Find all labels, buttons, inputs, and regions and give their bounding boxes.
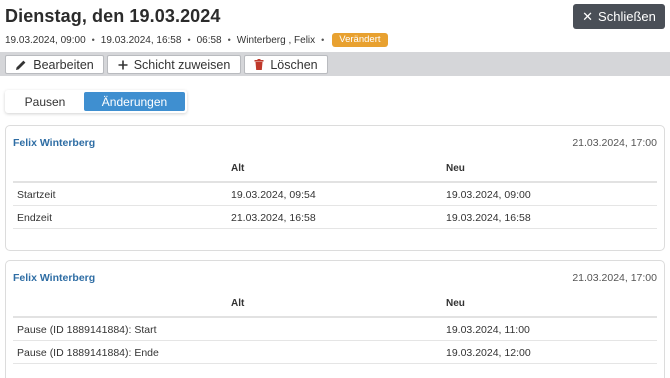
change-card: Felix Winterberg 21.03.2024, 17:00 Alt N…: [5, 260, 665, 378]
delete-button[interactable]: Löschen: [244, 55, 328, 74]
column-header-neu: Neu: [446, 298, 465, 309]
new-value: 19.03.2024, 11:00: [446, 324, 530, 336]
shift-person: Winterberg , Felix: [236, 34, 316, 46]
new-value: 19.03.2024, 16:58: [446, 212, 531, 224]
table-row: Startzeit 19.03.2024, 09:54 19.03.2024, …: [13, 183, 657, 206]
table-row: Pause (ID 1889141884): Start 19.03.2024,…: [13, 318, 657, 341]
close-button-label: Schließen: [598, 9, 656, 24]
table-row: Endzeit 21.03.2024, 16:58 19.03.2024, 16…: [13, 206, 657, 229]
tab-pausen[interactable]: Pausen: [7, 92, 83, 111]
trash-icon: [254, 59, 264, 70]
assign-shift-button[interactable]: Schicht zuweisen: [107, 55, 241, 74]
field-label: Pause (ID 1889141884): Ende: [17, 347, 159, 359]
table-row: Pause (ID 1889141884): Ende 19.03.2024, …: [13, 341, 657, 364]
meta-separator: •: [321, 35, 325, 45]
close-icon: ✕: [582, 9, 594, 24]
meta-separator: •: [91, 35, 95, 45]
new-value: 19.03.2024, 09:00: [446, 189, 531, 201]
field-label: Pause (ID 1889141884): Start: [17, 324, 157, 336]
page-title: Dienstag, den 19.03.2024: [5, 6, 221, 26]
column-header-neu: Neu: [446, 163, 465, 174]
shift-end: 19.03.2024, 16:58: [100, 34, 182, 46]
meta-separator: •: [227, 35, 231, 45]
dialog-header: Dienstag, den 19.03.2024 ✕ Schließen 19.…: [0, 0, 670, 52]
shift-meta: 19.03.2024, 09:00 • 19.03.2024, 16:58 • …: [5, 33, 388, 47]
old-value: 19.03.2024, 09:54: [231, 189, 316, 201]
new-value: 19.03.2024, 12:00: [446, 347, 531, 359]
delete-button-label: Löschen: [270, 57, 318, 72]
close-button[interactable]: ✕ Schließen: [573, 4, 665, 29]
field-label: Endzeit: [17, 212, 53, 224]
shift-start: 19.03.2024, 09:00: [5, 34, 86, 46]
tab-aenderungen[interactable]: Änderungen: [84, 92, 185, 111]
change-card: Felix Winterberg 21.03.2024, 17:00 Alt N…: [5, 125, 665, 251]
plus-icon: [118, 60, 128, 69]
change-author[interactable]: Felix Winterberg: [13, 272, 95, 284]
old-value: 21.03.2024, 16:58: [231, 212, 316, 224]
meta-separator: •: [187, 35, 191, 45]
field-label: Startzeit: [17, 189, 56, 201]
change-author[interactable]: Felix Winterberg: [13, 137, 95, 149]
column-header-alt: Alt: [231, 163, 245, 174]
edit-button-label: Bearbeiten: [33, 57, 94, 72]
column-header-alt: Alt: [231, 298, 245, 309]
status-badge: Verändert: [332, 33, 388, 47]
pencil-icon: [16, 60, 26, 70]
change-date: 21.03.2024, 17:00: [572, 137, 657, 149]
shift-duration: 06:58: [196, 34, 222, 46]
tab-bar: Pausen Änderungen: [5, 90, 187, 113]
action-toolbar: Bearbeiten Schicht zuweisen Löschen: [0, 52, 670, 76]
change-date: 21.03.2024, 17:00: [572, 272, 657, 284]
assign-shift-button-label: Schicht zuweisen: [133, 57, 231, 72]
edit-button[interactable]: Bearbeiten: [5, 55, 104, 74]
